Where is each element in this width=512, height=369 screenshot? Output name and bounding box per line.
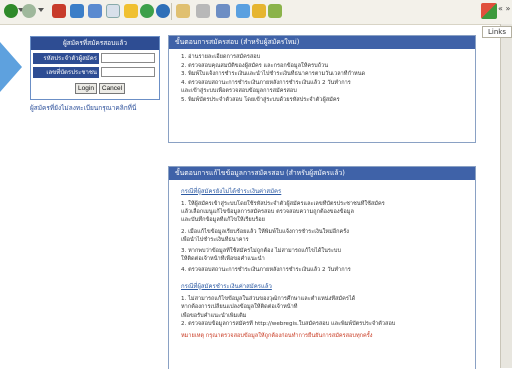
list-item: 2. เมื่อแก้ไขข้อมูลเรียบร้อยแล้ว ให้พิมพ… [181, 228, 349, 235]
refresh-icon[interactable] [70, 4, 84, 18]
browser-toolbar: « » [0, 0, 512, 25]
password-label: เลขที่บัตรประชาชน [33, 67, 99, 78]
search-icon[interactable] [106, 4, 120, 18]
history-icon[interactable] [156, 4, 170, 18]
media-icon[interactable] [140, 4, 154, 18]
new-applicant-steps-panel: ขั้นตอนการสมัครสอบ (สำหรับผู้สมัครใหม่) … [168, 35, 476, 143]
username-label: รหัสประจำตัวผู้สมัคร [33, 53, 99, 64]
warning-note: หมายเหตุ กรุณาตรวจสอบข้อมูลให้ถูกต้องก่อ… [181, 333, 373, 339]
login-button[interactable]: Login [75, 83, 97, 94]
list-item: แล้วเลือกเมนูแก้ไขข้อมูลการสมัครสอบ ตรวจ… [181, 209, 354, 216]
panel-title: ขั้นตอนการสมัครสอบ (สำหรับผู้สมัครใหม่) [169, 36, 475, 49]
discuss-icon[interactable] [236, 4, 250, 18]
list-item: และบันทึกข้อมูลที่แก้ไขให้เรียบร้อย [181, 217, 265, 224]
toolbar-chevron[interactable]: « » [498, 4, 510, 13]
list-item: 5. พิมพ์บัตรประจำตัวสอบ โดยเข้าสู่ระบบด้… [181, 96, 340, 103]
username-input[interactable] [101, 53, 155, 63]
decorative-arrow-shape [0, 42, 22, 92]
windows-logo-icon [481, 3, 497, 19]
edit-icon[interactable] [216, 4, 230, 18]
steps-list: 1. ให้ผู้สมัครเข้าสู่ระบบโดยใช้รหัสประจำ… [169, 196, 475, 275]
list-item: ให้ติดต่อเจ้าหน้าที่เพื่อขอคำแนะนำ [181, 256, 265, 263]
section-title: กรณีที่ผู้สมัครยังไม่ได้ชำระเงินค่าสมัคร [181, 188, 282, 195]
list-item: 1. ให้ผู้สมัครเข้าสู่ระบบโดยใช้รหัสประจำ… [181, 201, 385, 207]
list-item: 3. พิมพ์ใบแจ้งการชำระเงินและนำไปชำระเงิน… [181, 71, 366, 78]
list-item: และเข้าสู่ระบบเพื่อตรวจสอบข้อมูลการสมัคร… [181, 88, 297, 95]
print-icon[interactable] [196, 4, 210, 18]
list-item: 3. หากพบว่าข้อมูลที่ใช้สมัครไม่ถูกต้อง ไ… [181, 248, 342, 255]
list-item: 2. ตรวจสอบข้อมูลการสมัครที่ http://webre… [181, 321, 396, 328]
list-item: เพื่อนำไปชำระเงินที่ธนาคาร [181, 236, 249, 243]
login-title: ผู้สมัครที่สมัครสอบแล้ว [31, 37, 159, 50]
section-title: กรณีที่ผู้สมัครชำระเงินค่าสมัครแล้ว [181, 282, 272, 290]
back-icon[interactable] [4, 4, 18, 18]
mail-icon[interactable] [176, 4, 190, 18]
stop-icon[interactable] [52, 4, 66, 18]
forward-icon[interactable] [22, 4, 36, 18]
list-item: 4. ตรวจสอบสถานะการชำระเงินภายหลังการชำระ… [181, 267, 351, 274]
cancel-button[interactable]: Cancel [99, 83, 125, 94]
steps-list: 1. อ่านรายละเอียดการสมัครสอบ 2. ตรวจสอบค… [169, 49, 475, 105]
list-item: 1. ไม่สามารถแก้ไขข้อมูลในส่วนของวุฒิการศ… [181, 295, 356, 302]
research-icon[interactable] [268, 4, 282, 18]
edit-application-steps-panel: ขั้นตอนการแก้ไขข้อมูลการสมัครสอบ (สำหรับ… [168, 166, 476, 369]
favorites-icon[interactable] [124, 4, 138, 18]
list-item: เพื่อขอรับคำแนะนำเพิ่มเติม [181, 312, 247, 319]
list-item: หากต้องการเปลี่ยนแปลงข้อมูลให้ติดต่อเจ้า… [181, 304, 298, 311]
list-item: 1. อ่านรายละเอียดการสมัครสอบ [181, 54, 261, 60]
register-link[interactable]: ผู้สมัครที่ยังไม่ลงทะเบียนกรุณาคลิกที่นี… [30, 103, 136, 113]
login-form: ผู้สมัครที่สมัครสอบแล้ว รหัสประจำตัวผู้ส… [30, 36, 160, 100]
links-button[interactable]: Links [482, 26, 512, 38]
steps-list: 1. ไม่สามารถแก้ไขข้อมูลในส่วนของวุฒิการศ… [169, 291, 475, 329]
vertical-scrollbar[interactable] [500, 24, 512, 368]
forward-dropdown-icon[interactable] [38, 8, 44, 12]
password-input[interactable] [101, 67, 155, 77]
list-item: 4. ตรวจสอบสถานะการชำระเงินภายหลังการชำระ… [181, 79, 351, 86]
messenger-icon[interactable] [252, 4, 266, 18]
toolbar-divider [171, 3, 172, 20]
home-icon[interactable] [88, 4, 102, 18]
list-item: 2. ตรวจสอบคุณสมบัติของผู้สมัคร และกรอกข้… [181, 62, 329, 69]
panel-title: ขั้นตอนการแก้ไขข้อมูลการสมัครสอบ (สำหรับ… [169, 167, 475, 180]
